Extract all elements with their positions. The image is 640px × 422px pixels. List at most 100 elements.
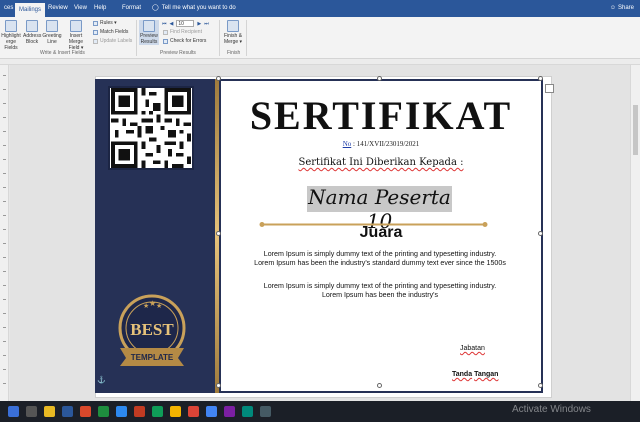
check-errors-icon	[163, 38, 168, 44]
resize-handle[interactable]	[538, 383, 543, 388]
lightbulb-icon: ◯	[152, 5, 159, 11]
layout-options-icon[interactable]	[545, 84, 554, 93]
vertical-scrollbar[interactable]	[630, 65, 640, 401]
match-fields-button[interactable]: Match Fields	[93, 29, 128, 35]
description-paragraph-2: Lorem Ipsum is simply dummy text of the …	[263, 282, 497, 300]
resize-handle[interactable]	[538, 76, 543, 81]
greeting-label-2: Line	[47, 39, 57, 45]
app-icon[interactable]	[206, 406, 217, 417]
rules-icon	[93, 20, 98, 26]
windows-start-icon[interactable]	[8, 406, 19, 417]
app-icon[interactable]	[260, 406, 271, 417]
insert-merge-field-button[interactable]: Insert Merge Field ▾	[63, 20, 89, 51]
file-explorer-icon[interactable]	[44, 406, 55, 417]
app-icon[interactable]	[116, 406, 127, 417]
tab-review[interactable]: Review	[44, 0, 72, 17]
app-icon[interactable]	[98, 406, 109, 417]
given-to-text: Sertifikat Ini Diberikan Kepada :	[298, 157, 464, 168]
insert-merge-field-icon	[70, 20, 82, 32]
scrollbar-thumb[interactable]	[633, 105, 638, 155]
first-record-icon[interactable]: ⏮	[162, 21, 167, 27]
search-icon[interactable]	[26, 406, 37, 417]
previous-record-icon[interactable]: ◀	[170, 21, 174, 27]
resize-handle[interactable]	[216, 231, 221, 236]
update-labels-label: Update Labels	[100, 38, 133, 44]
highlight-merge-fields-button[interactable]: Highlight erge Fields	[0, 20, 22, 51]
rules-label: Rules ▾	[100, 20, 117, 26]
tab-view[interactable]: View	[70, 0, 91, 17]
activate-windows-watermark: Activate Windows	[512, 404, 591, 415]
last-record-icon[interactable]: ⏭	[204, 21, 209, 27]
preview-label-2: Results	[140, 39, 158, 45]
match-fields-label: Match Fields	[100, 29, 129, 35]
share-button[interactable]: ☺ Share	[610, 0, 634, 17]
best-template-badge: ★ ★ ★ BEST TEMPLATE	[114, 292, 190, 374]
resize-handle[interactable]	[377, 383, 382, 388]
rules-button[interactable]: Rules ▾	[93, 20, 117, 26]
app-icon[interactable]	[242, 406, 253, 417]
ribbon-separator	[219, 20, 220, 56]
ribbon-tab-bar: ces Mailings Review View Help Format ◯ T…	[0, 0, 640, 17]
group-finish: Finish	[227, 50, 241, 56]
highlight-label-2: erge Fields	[4, 39, 18, 51]
word-icon[interactable]	[62, 406, 73, 417]
resize-handle[interactable]	[216, 383, 221, 388]
check-errors-button[interactable]: Check for Errors	[163, 38, 206, 44]
app-icon[interactable]	[152, 406, 163, 417]
tab-format[interactable]: Format	[118, 0, 145, 17]
tab-help[interactable]: Help	[90, 0, 110, 17]
greeting-line-icon	[46, 20, 58, 32]
rank-title: Juara	[359, 224, 403, 241]
record-navigation: ⏮ ◀ 10 ▶ ⏭	[162, 20, 209, 27]
find-recipient-label: Find Recipient	[170, 29, 202, 35]
address-label-2: Block	[25, 39, 39, 45]
update-labels-icon	[93, 38, 98, 44]
gold-divider	[259, 214, 488, 227]
ribbon-separator	[136, 20, 137, 56]
highlight-icon	[5, 20, 17, 32]
svg-text:★: ★	[156, 302, 162, 310]
tell-me-search[interactable]: ◯ Tell me what you want to do	[152, 0, 236, 17]
finish-merge-button[interactable]: Finish & Merge ▾	[222, 20, 244, 45]
greeting-line-button[interactable]: Greeting Line	[42, 20, 62, 45]
ribbon: Highlight erge Fields Address Block Gree…	[0, 17, 640, 59]
badge-template-text: TEMPLATE	[131, 353, 174, 362]
group-preview-results: Preview Results	[160, 50, 196, 56]
group-write-insert-fields: Write & Insert Fields	[40, 50, 85, 56]
resize-handle[interactable]	[216, 76, 221, 81]
app-icon[interactable]	[170, 406, 181, 417]
next-record-icon[interactable]: ▶	[197, 21, 201, 27]
tab-mailings[interactable]: Mailings	[15, 3, 46, 17]
app-icon[interactable]	[224, 406, 235, 417]
ribbon-separator	[246, 20, 247, 56]
find-recipient-button[interactable]: Find Recipient	[163, 29, 202, 35]
app-icon[interactable]	[80, 406, 91, 417]
resize-handle[interactable]	[538, 231, 543, 236]
app-icon[interactable]	[134, 406, 145, 417]
update-labels-button[interactable]: Update Labels	[93, 38, 132, 44]
check-errors-label: Check for Errors	[170, 38, 207, 44]
tell-me-text: Tell me what you want to do	[161, 5, 236, 11]
person-icon: ☺	[609, 5, 616, 11]
finish-label-2: Merge ▾	[223, 39, 243, 45]
finish-merge-icon	[227, 20, 239, 32]
number-label: No	[342, 140, 352, 148]
preview-results-button[interactable]: Preview Results	[139, 20, 159, 45]
signature-text-a: Tanda	[452, 371, 473, 378]
vertical-ruler	[0, 65, 9, 401]
given-to-line: Sertifikat Ini Diberikan Kepada :	[219, 157, 543, 168]
app-icon[interactable]	[188, 406, 199, 417]
certificate-number: No : 141/XVII/23019/2021	[219, 140, 543, 148]
match-fields-icon	[93, 29, 98, 35]
description-paragraph-1: Lorem Ipsum is simply dummy text of the …	[254, 250, 506, 268]
signature-line: Tanda Tangan	[452, 371, 498, 378]
record-number-input[interactable]: 10	[176, 20, 195, 27]
preview-results-icon	[143, 20, 155, 32]
insert-merge-label-1: Insert Merge	[68, 33, 84, 45]
certificate-title: SERTIFIKAT	[249, 93, 513, 138]
qr-code	[108, 86, 194, 170]
badge-best-text: BEST	[130, 320, 174, 339]
position-text: Jabatan	[460, 345, 485, 352]
address-block-button[interactable]: Address Block	[23, 20, 41, 45]
resize-handle[interactable]	[377, 76, 382, 81]
